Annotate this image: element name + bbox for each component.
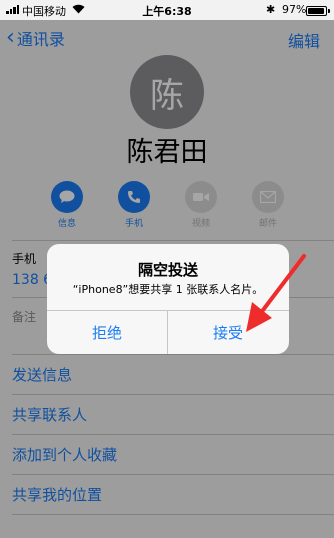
annotation-arrow [246, 254, 306, 332]
battery-percent: 97% [282, 3, 307, 16]
status-bar: 中国移动 上午6:38 ✱ 97% [0, 0, 334, 20]
battery-icon [306, 6, 330, 16]
bluetooth-icon: ✱ [266, 3, 276, 16]
decline-button[interactable]: 拒绝 [47, 310, 167, 354]
